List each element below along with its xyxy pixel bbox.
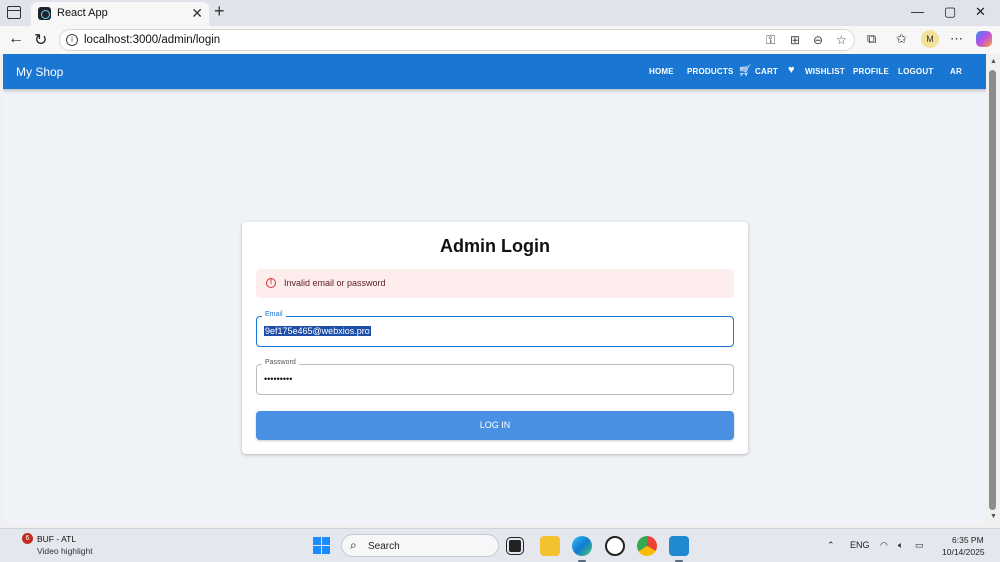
nav-logout[interactable]: LOGOUT <box>898 67 933 76</box>
news-badge: 6 <box>22 533 33 544</box>
volume-icon[interactable]: 🔈︎ <box>898 540 903 551</box>
clock-date[interactable]: 10/14/2025 <box>942 547 985 557</box>
brand-logo[interactable]: My Shop <box>16 65 63 79</box>
login-card: Admin Login ! Invalid email or password … <box>242 222 748 454</box>
maximize-button[interactable]: ▢ <box>944 4 956 20</box>
search-icon: ⌕ <box>350 538 357 552</box>
chrome-icon[interactable] <box>637 536 657 556</box>
nav-language-toggle[interactable]: AR <box>950 67 962 76</box>
password-value[interactable]: ••••••••• <box>264 374 292 384</box>
nav-profile[interactable]: PROFILE <box>853 67 889 76</box>
close-window-button[interactable]: ✕ <box>975 4 986 20</box>
refresh-icon[interactable]: ↻ <box>34 30 47 50</box>
more-menu-icon[interactable]: ⋯ <box>950 31 963 47</box>
favorite-star-icon[interactable]: ☆ <box>836 33 847 47</box>
tab-title: React App <box>57 7 108 19</box>
email-value[interactable]: 9ef175e465@webxios.pro <box>264 326 371 336</box>
browser-tab-strip: React App ✕ + — ▢ ✕ <box>0 0 1000 26</box>
page-viewport: My Shop HOME PRODUCTS 🛒︎ CART ♥ WISHLIST… <box>3 54 986 524</box>
browser-tab[interactable]: React App ✕ <box>31 2 209 26</box>
windows-taskbar: 6 BUF - ATL Video highlight ⌕ Search ⌃ E… <box>0 528 1000 562</box>
address-bar[interactable]: i localhost:3000/admin/login ⚿ ⊞ ⊖ ☆ <box>59 29 855 51</box>
tray-overflow-icon[interactable]: ⌃ <box>827 540 835 551</box>
vscode-icon[interactable] <box>669 536 689 556</box>
tab-actions-icon[interactable] <box>7 6 21 19</box>
wifi-icon[interactable]: ◠ <box>880 540 888 551</box>
nav-products[interactable]: PRODUCTS <box>687 67 734 76</box>
cart-icon: 🛒︎ <box>738 65 752 77</box>
app-header: My Shop HOME PRODUCTS 🛒︎ CART ♥ WISHLIST… <box>3 54 986 89</box>
taskbar-search[interactable]: ⌕ Search <box>341 534 499 557</box>
password-key-icon[interactable]: ⚿ <box>766 33 775 48</box>
email-field[interactable]: Email 9ef175e465@webxios.pro <box>256 311 734 347</box>
news-widget-title[interactable]: BUF - ATL <box>37 534 76 544</box>
favorites-icon[interactable]: ✩ <box>896 31 907 47</box>
browser-toolbar: ← ↻ i localhost:3000/admin/login ⚿ ⊞ ⊖ ☆… <box>0 26 1000 54</box>
url-text[interactable]: localhost:3000/admin/login <box>84 34 220 46</box>
email-label: Email <box>262 311 286 318</box>
edge-browser-icon[interactable] <box>572 536 592 556</box>
profile-avatar[interactable]: M <box>921 30 939 48</box>
password-label: Password <box>262 359 299 366</box>
app-install-icon[interactable]: ⊞ <box>790 33 800 47</box>
new-tab-button[interactable]: + <box>214 1 225 22</box>
scroll-thumb[interactable] <box>989 70 996 510</box>
react-favicon-icon <box>38 7 51 20</box>
password-field[interactable]: Password ••••••••• <box>256 359 734 395</box>
copilot-icon[interactable] <box>976 31 992 47</box>
start-button[interactable] <box>313 537 330 554</box>
nav-home[interactable]: HOME <box>649 67 674 76</box>
nav-cart[interactable]: CART <box>755 67 778 76</box>
site-info-icon[interactable]: i <box>66 34 78 46</box>
page-scrollbar[interactable]: ▲ ▼ <box>986 54 1000 524</box>
clock-time[interactable]: 6:35 PM <box>952 535 984 545</box>
news-widget-subtitle[interactable]: Video highlight <box>37 546 93 556</box>
search-placeholder: Search <box>368 541 400 552</box>
extensions-icon[interactable]: ⧉ <box>867 31 876 47</box>
task-view-icon[interactable] <box>506 537 524 555</box>
error-message: Invalid email or password <box>284 278 386 288</box>
error-alert: ! Invalid email or password <box>256 269 734 298</box>
tab-close-icon[interactable]: ✕ <box>191 5 203 22</box>
nav-wishlist[interactable]: WISHLIST <box>805 67 845 76</box>
back-icon[interactable]: ← <box>8 30 24 48</box>
whatsapp-icon[interactable] <box>605 536 625 556</box>
page-title: Admin Login <box>440 236 550 256</box>
minimize-button[interactable]: — <box>911 4 924 19</box>
login-button[interactable]: LOG IN <box>256 411 734 440</box>
file-explorer-icon[interactable] <box>540 536 560 556</box>
zoom-icon[interactable]: ⊖ <box>813 33 823 47</box>
scroll-down-icon[interactable]: ▼ <box>990 513 997 520</box>
heart-icon: ♥ <box>788 64 795 76</box>
battery-icon[interactable]: ▭ <box>915 540 924 551</box>
error-icon: ! <box>266 278 276 288</box>
scroll-up-icon[interactable]: ▲ <box>990 58 997 65</box>
language-indicator[interactable]: ENG <box>850 540 870 550</box>
